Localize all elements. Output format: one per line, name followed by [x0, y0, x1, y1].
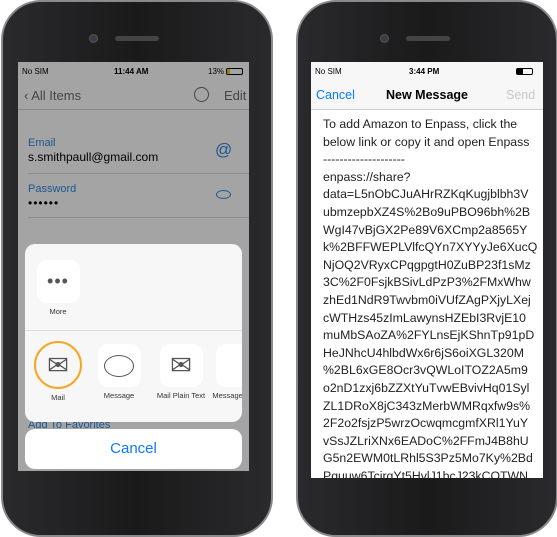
- speaker: [115, 36, 159, 41]
- message-line: vSsJZLriXNx6EADoC%2FFmJ4B8hU: [323, 433, 529, 448]
- message-line: ZL1DRoX8jC343zMerbWMRqxfw9s%: [323, 398, 531, 413]
- carrier: No SIM: [315, 67, 342, 76]
- speech-bubble-icon: [215, 344, 242, 387]
- mail-icon: ✉: [34, 341, 82, 389]
- time: 3:44 PM: [409, 67, 440, 76]
- left-screen: No SIM 11:44 AM 13% ‹ All Items Edit Ema…: [18, 62, 249, 471]
- message-line: %2BL6xGE8Ocr3vQWLoITOZ2A5m9: [323, 363, 528, 378]
- message-line: zhEd1NdR9Twvbm0iVUfZAgPXjyLXej: [323, 292, 531, 307]
- message-line: NjOQ2VRyxCPqgpgtH0ZuBP23f1sMz: [323, 257, 531, 272]
- battery-icon: [516, 68, 533, 75]
- page-title: New Message: [386, 88, 468, 102]
- message-line: HeJNhcU4hlbdWx6r6jS6oiXGL320M: [323, 345, 524, 360]
- more-button[interactable]: ••• More: [28, 260, 88, 316]
- message-line: k%2BFFWEPLVlfcQYn7XYYyJe6XucQ: [323, 240, 538, 255]
- speaker: [406, 36, 450, 41]
- cancel-button[interactable]: Cancel: [316, 88, 355, 102]
- message-line: WgI47vBjGX2Pe89V6XCmp2a8565Y: [323, 222, 528, 237]
- mail-icon: ✉: [159, 344, 203, 387]
- message-line: G5n2EWM0tLRhl5S3Pz5Mo7Ky%2Bd: [323, 451, 533, 466]
- message-plain-button[interactable]: Message Plain: [207, 344, 242, 400]
- nav-bar: Cancel New Message Send: [311, 80, 543, 110]
- message-line: o2nD1zxj6bZZXtYuTvwEBvivHq01Syl: [323, 380, 530, 395]
- camera: [89, 34, 98, 43]
- send-button[interactable]: Send: [506, 88, 535, 102]
- message-line: To add Amazon to Enpass, click the: [323, 117, 518, 131]
- right-screen: No SIM 3:44 PM Cancel New Message Send T…: [311, 62, 543, 478]
- message-line: below link or copy it and open Enpass: [323, 134, 530, 149]
- more-icon: •••: [36, 260, 80, 303]
- share-sheet: ••• More ✉ Mail Message ✉ Mail Plain Text M…: [25, 244, 242, 422]
- mail-plain-text-label: Mail Plain Text: [156, 391, 206, 400]
- more-label: More: [49, 307, 67, 316]
- message-line: 2F2o2fsjzP5wrzOcwqmcgmfXRl1YuY: [323, 416, 529, 431]
- mail-plain-text-button[interactable]: ✉ Mail Plain Text: [151, 344, 211, 400]
- message-button[interactable]: Message: [89, 344, 149, 400]
- right-phone: No SIM 3:44 PM Cancel New Message Send T…: [296, 0, 557, 537]
- message-line: Pguuw6TcirqYt5HvlJ1bcJ23kCQTWN: [323, 468, 529, 478]
- mail-button[interactable]: ✉ Mail: [28, 341, 88, 402]
- message-line: data=L5nObCJuAHrRZKqKugjblbh3V: [323, 187, 529, 202]
- status-bar: No SIM 3:44 PM: [311, 62, 543, 80]
- message-line: ubmzepbXZ4S%2Bo9uPBO96bh%2B: [323, 204, 531, 219]
- message-plain-label: Message Plain: [212, 391, 242, 400]
- message-line: 3C%2F0FsjkBSivLdPzP3%2FMxWhw: [323, 275, 531, 290]
- message-line: cWTHzs45zImLawynsHZEbI3RvjE10: [323, 310, 526, 325]
- message-line: enpass://share?: [323, 169, 411, 184]
- message-body[interactable]: To add Amazon to Enpass, click the below …: [323, 116, 538, 478]
- left-phone: No SIM 11:44 AM 13% ‹ All Items Edit Ema…: [1, 0, 273, 537]
- camera: [380, 34, 389, 43]
- divider: [25, 330, 242, 331]
- cancel-label: Cancel: [110, 440, 157, 457]
- message-label: Message: [103, 391, 135, 400]
- mail-label: Mail: [51, 393, 65, 402]
- cancel-button[interactable]: Cancel: [25, 429, 242, 469]
- message-line: muMbSAoZA%2FYLnsEjKShnTp91pD: [323, 328, 535, 343]
- message-line: --------------------: [323, 152, 405, 167]
- speech-bubble-icon: [97, 344, 141, 387]
